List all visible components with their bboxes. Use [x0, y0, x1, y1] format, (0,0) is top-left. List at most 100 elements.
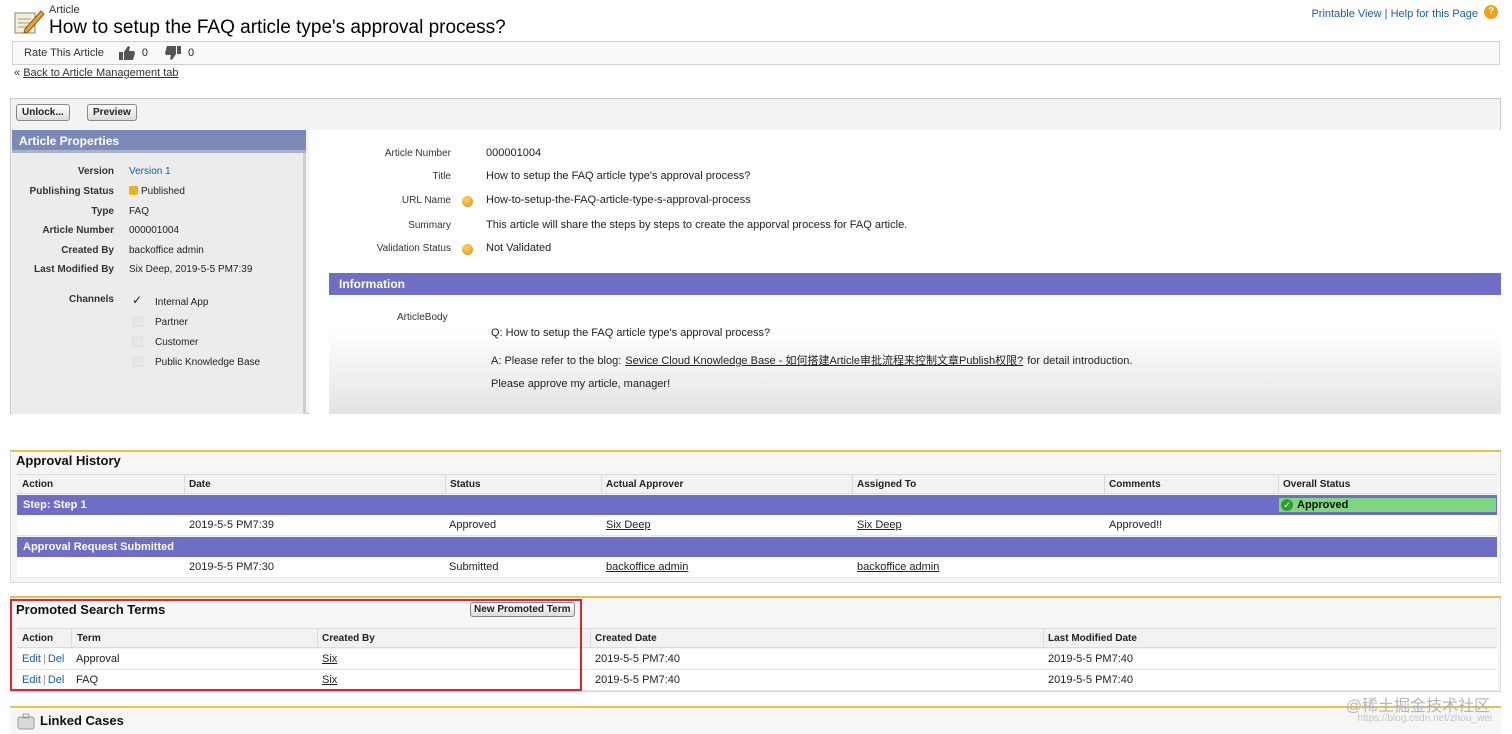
field-label: Summary: [408, 220, 451, 231]
help-link[interactable]: Help for this Page: [1391, 8, 1478, 20]
article-icon: [14, 10, 45, 34]
thumbs-down-icon[interactable]: [164, 45, 182, 61]
channel-checkbox-internal-app: ✓: [132, 293, 143, 307]
created-date-cell: 2019-5-5 PM7:40: [595, 653, 680, 665]
property-value: backoffice admin: [129, 245, 204, 256]
lock-icon: [129, 186, 138, 195]
column-header: Action: [22, 479, 54, 490]
preview-button[interactable]: Preview: [87, 104, 137, 121]
column-header: Status: [450, 479, 481, 490]
field-label: Article Number: [384, 148, 451, 159]
page-kicker: Article: [49, 4, 80, 16]
thumbs-up-count: 0: [141, 47, 149, 59]
channels-label: Channels: [68, 294, 114, 305]
approval-step-row: Step: Step 1 ✓ Approved: [17, 495, 1497, 515]
watermark-url: https://blog.csdn.net/zhou_wei: [1357, 713, 1492, 724]
publishing-status-value: Published: [141, 186, 185, 197]
article-properties-panel: Article Properties Version Version 1 Pub…: [12, 130, 306, 414]
comments-cell: Approved!!: [1109, 519, 1163, 531]
rating-bar: Rate This Article 0 0: [12, 41, 1500, 65]
status-cell: Submitted: [449, 561, 499, 573]
approval-step-row: Approval Request Submitted: [17, 537, 1497, 557]
step-label: Approval Request Submitted: [23, 541, 174, 553]
overall-status-value: Approved: [1297, 499, 1349, 511]
column-header: Last Modified Date: [1048, 633, 1137, 644]
assigned-to-link[interactable]: Six Deep: [857, 519, 902, 531]
property-value: FAQ: [129, 206, 150, 217]
checkmark-icon: ✓: [1281, 499, 1293, 511]
info-icon[interactable]: [462, 196, 473, 207]
linked-cases-title: Linked Cases: [40, 713, 124, 728]
blog-link[interactable]: Sevice Cloud Knowledge Base - 如何搭建Articl…: [625, 355, 1023, 367]
column-separator: [601, 475, 602, 494]
column-header: Assigned To: [857, 479, 917, 490]
title-value: How to setup the FAQ article type's appr…: [486, 170, 751, 182]
channel-label: Partner: [155, 317, 188, 328]
article-body-area: ArticleBody Q: How to setup the FAQ arti…: [329, 302, 1501, 414]
property-label: Type: [91, 206, 114, 217]
status-cell: Approved: [449, 519, 497, 531]
column-separator: [1104, 475, 1105, 494]
article-body-label: ArticleBody: [397, 312, 448, 323]
rating-label: Rate This Article: [24, 47, 104, 59]
date-cell: 2019-5-5 PM7:39: [189, 519, 274, 531]
column-separator: [1043, 629, 1044, 648]
summary-value: This article will share the steps by ste…: [486, 219, 908, 231]
approval-history-section: Approval History Action Date Status Actu…: [10, 452, 1501, 583]
column-header: Actual Approver: [606, 479, 684, 490]
column-separator: [852, 475, 853, 494]
article-properties-header: Article Properties: [12, 130, 306, 153]
property-value: Published: [129, 186, 185, 197]
actual-approver-link[interactable]: backoffice admin: [606, 561, 688, 573]
article-body-answer: A: Please refer to the blog: Sevice Cloud…: [491, 352, 1132, 368]
answer-prefix: A: Please refer to the blog:: [491, 355, 622, 367]
article-number-value: 000001004: [486, 147, 542, 159]
field-label: Validation Status: [376, 243, 451, 254]
channel-checkbox-partner: [132, 316, 143, 327]
highlight-box: [10, 599, 582, 691]
channel-checkbox-public-kb: [132, 356, 143, 367]
help-icon[interactable]: ?: [1484, 5, 1498, 19]
page-title: How to setup the FAQ article type's appr…: [49, 17, 506, 38]
channel-label: Public Knowledge Base: [155, 357, 261, 368]
printable-view-link[interactable]: Printable View: [1311, 8, 1381, 20]
header-links: Printable View | Help for this Page: [1311, 8, 1478, 20]
info-icon[interactable]: [462, 244, 473, 255]
approval-history-title: Approval History: [16, 453, 121, 468]
table-row: 2019-5-5 PM7:39 Approved Six Deep Six De…: [17, 515, 1497, 536]
column-separator: [184, 475, 185, 494]
column-separator: [445, 475, 446, 494]
article-fields-panel: Article Number 000001004 Title How to se…: [309, 130, 1501, 414]
back-link-row: « Back to Article Management tab: [14, 67, 179, 79]
channel-label: Customer: [155, 337, 199, 348]
overall-status-badge: ✓ Approved: [1279, 498, 1496, 512]
thumbs-down-count: 0: [188, 47, 195, 59]
approval-history-header-row: Action Date Status Actual Approver Assig…: [17, 474, 1497, 494]
created-date-cell: 2019-5-5 PM7:40: [595, 674, 680, 686]
property-label: Publishing Status: [29, 186, 114, 197]
column-header: Overall Status: [1283, 479, 1351, 490]
date-cell: 2019-5-5 PM7:30: [189, 561, 274, 573]
back-to-article-management-link[interactable]: Back to Article Management tab: [23, 67, 178, 79]
version-link[interactable]: Version 1: [129, 166, 171, 177]
step-label: Step: Step 1: [23, 499, 87, 511]
article-detail-panel: Unlock... Preview Article Properties Ver…: [10, 98, 1501, 414]
case-icon: [17, 713, 35, 730]
field-label: URL Name: [401, 195, 451, 206]
information-section-header: Information: [329, 273, 1501, 295]
column-separator: [590, 629, 591, 648]
property-label: Last Modified By: [33, 264, 114, 275]
link-separator: |: [1384, 8, 1388, 20]
column-header: Created Date: [595, 633, 657, 644]
thumbs-up-icon[interactable]: [118, 45, 136, 61]
property-label: Article Number: [42, 225, 114, 236]
property-label: Version: [77, 166, 114, 177]
back-link-prefix: «: [14, 67, 21, 79]
article-body-question: Q: How to setup the FAQ article type's a…: [491, 327, 771, 339]
assigned-to-link[interactable]: backoffice admin: [857, 561, 939, 573]
answer-suffix: for detail introduction.: [1027, 355, 1133, 367]
channel-label: Internal App: [155, 297, 209, 308]
actual-approver-link[interactable]: Six Deep: [606, 519, 651, 531]
unlock-button[interactable]: Unlock...: [16, 104, 70, 121]
channel-checkbox-customer: [132, 336, 143, 347]
